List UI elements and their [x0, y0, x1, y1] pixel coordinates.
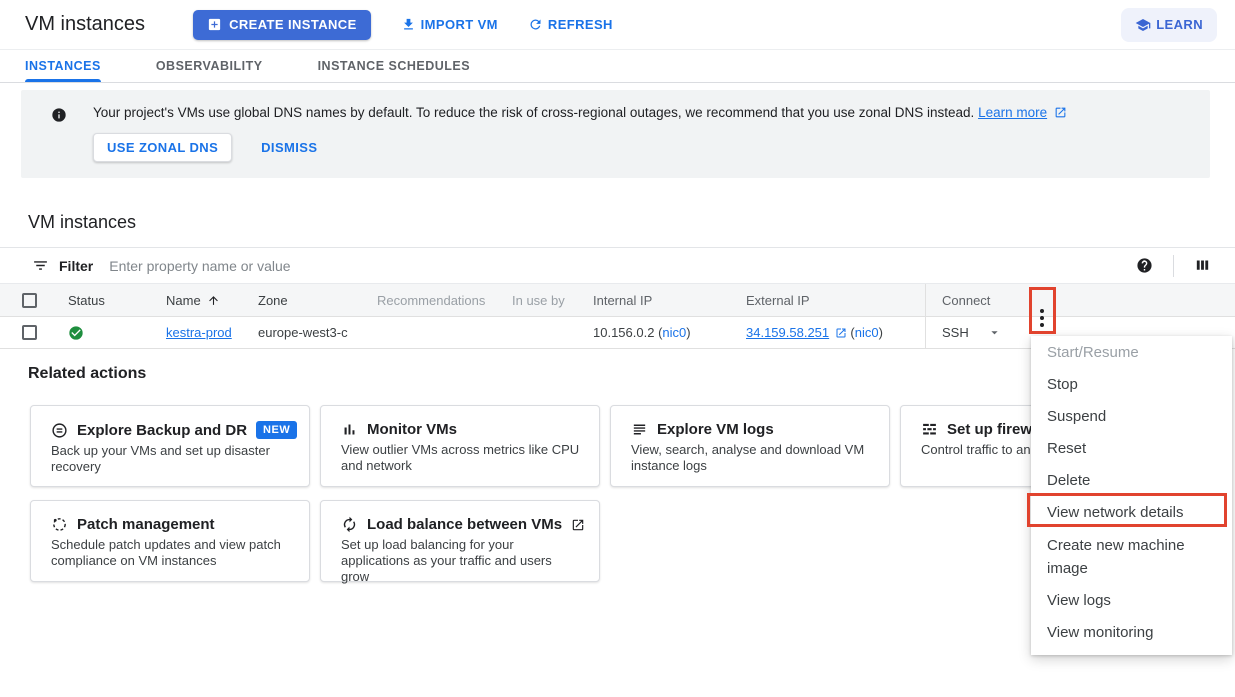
dismiss-button[interactable]: DISMISS [261, 140, 317, 155]
status-running-icon [68, 325, 166, 341]
new-badge: NEW [256, 421, 297, 439]
internal-nic-link[interactable]: nic0 [662, 325, 686, 340]
vm-instances-page: VM instances CREATE INSTANCE IMPORT VM R… [0, 0, 1235, 697]
status-cell [68, 325, 166, 341]
logs-list-icon [631, 421, 648, 438]
tab-bar: INSTANCES OBSERVABILITY INSTANCE SCHEDUL… [0, 50, 1235, 83]
tab-instances[interactable]: INSTANCES [25, 50, 101, 82]
tab-observability[interactable]: OBSERVABILITY [156, 50, 263, 82]
sort-ascending-icon [207, 294, 220, 307]
bar-chart-icon [341, 421, 358, 438]
patch-management-icon [51, 516, 68, 533]
column-header-name[interactable]: Name [166, 293, 258, 308]
banner-actions: USE ZONAL DNS DISMISS [93, 133, 1067, 162]
menu-item-stop[interactable]: Stop [1031, 369, 1232, 401]
app-bar: VM instances CREATE INSTANCE IMPORT VM R… [0, 0, 1235, 50]
card-load-balance[interactable]: Load balance between VMs Set up load bal… [320, 500, 600, 582]
refresh-button[interactable]: REFRESH [528, 17, 613, 32]
internal-ip-cell: 10.156.0.2 (nic0) [593, 325, 746, 340]
column-header-internal-ip[interactable]: Internal IP [593, 293, 746, 308]
download-icon [401, 17, 416, 32]
banner-content: Your project's VMs use global DNS names … [93, 104, 1067, 162]
column-header-recommendations[interactable]: Recommendations [377, 293, 512, 308]
external-nic-link[interactable]: nic0 [855, 325, 879, 340]
help-icon[interactable] [1136, 257, 1153, 274]
column-header-status[interactable]: Status [68, 293, 166, 308]
external-link-icon [835, 327, 847, 339]
menu-item-view-monitoring[interactable]: View monitoring [1031, 617, 1232, 649]
menu-item-reset[interactable]: Reset [1031, 433, 1232, 465]
backup-dr-icon [51, 422, 68, 439]
banner-message: Your project's VMs use global DNS names … [93, 104, 1067, 122]
menu-item-start-resume: Start/Resume [1031, 337, 1232, 369]
column-header-zone[interactable]: Zone [258, 293, 377, 308]
select-all-cell [0, 293, 68, 308]
select-all-checkbox[interactable] [22, 293, 37, 308]
menu-item-delete[interactable]: Delete [1031, 465, 1232, 497]
zone-cell: europe-west3-c [258, 325, 377, 340]
instance-name-link[interactable]: kestra-prod [166, 325, 232, 340]
related-actions-cards: Explore Backup and DR NEW Back up your V… [30, 405, 1195, 582]
page-title: VM instances [25, 13, 145, 36]
firewall-icon [921, 421, 938, 438]
card-monitor-vms[interactable]: Monitor VMs View outlier VMs across metr… [320, 405, 600, 487]
filter-label: Filter [59, 258, 93, 274]
external-link-icon [571, 518, 585, 532]
load-balance-sync-icon [341, 516, 358, 533]
menu-item-create-new-machine-image[interactable]: Create new machine image [1031, 529, 1232, 585]
name-cell: kestra-prod [166, 325, 258, 340]
learn-more-link[interactable]: Learn more [978, 105, 1047, 120]
use-zonal-dns-button[interactable]: USE ZONAL DNS [93, 133, 232, 162]
refresh-icon [528, 17, 543, 32]
filter-icon [32, 257, 49, 274]
ssh-dropdown-caret-icon[interactable] [987, 325, 1002, 340]
menu-item-view-network-details[interactable]: View network details [1031, 497, 1232, 529]
card-explore-vm-logs[interactable]: Explore VM logs View, search, analyse an… [610, 405, 890, 487]
table-header-row: Status Name Zone Recommendations In use … [0, 283, 1235, 317]
menu-item-view-logs[interactable]: View logs [1031, 585, 1232, 617]
menu-item-suspend[interactable]: Suspend [1031, 401, 1232, 433]
filter-input[interactable] [109, 258, 1136, 274]
create-instance-button[interactable]: CREATE INSTANCE [193, 10, 371, 40]
import-vm-button[interactable]: IMPORT VM [401, 17, 498, 32]
column-header-in-use-by[interactable]: In use by [512, 293, 593, 308]
external-ip-cell: 34.159.58.251 (nic0) [746, 325, 925, 340]
row-more-actions-kebab-icon[interactable] [1035, 303, 1049, 333]
learn-button[interactable]: LEARN [1121, 8, 1217, 42]
row-checkbox[interactable] [22, 325, 37, 340]
section-title: VM instances [28, 212, 1235, 233]
external-ip-link[interactable]: 34.159.58.251 [746, 325, 829, 340]
row-select-cell [0, 325, 68, 340]
add-box-icon [207, 17, 222, 32]
toolbar-divider [1173, 255, 1174, 277]
column-header-external-ip[interactable]: External IP [746, 293, 925, 308]
filter-toolbar: Filter [0, 247, 1235, 283]
instance-actions-context-menu: Start/Resume Stop Suspend Reset Delete V… [1031, 336, 1232, 655]
card-explore-backup-dr[interactable]: Explore Backup and DR NEW Back up your V… [30, 405, 310, 487]
column-display-icon[interactable] [1194, 257, 1211, 274]
external-link-icon [1054, 106, 1067, 119]
tab-instance-schedules[interactable]: INSTANCE SCHEDULES [318, 50, 471, 82]
column-header-connect: Connect [925, 284, 1235, 316]
card-patch-management[interactable]: Patch management Schedule patch updates … [30, 500, 310, 582]
zonal-dns-banner: Your project's VMs use global DNS names … [21, 90, 1210, 178]
info-icon [51, 107, 67, 162]
graduation-cap-icon [1135, 17, 1151, 33]
ssh-button[interactable]: SSH [942, 325, 1002, 340]
